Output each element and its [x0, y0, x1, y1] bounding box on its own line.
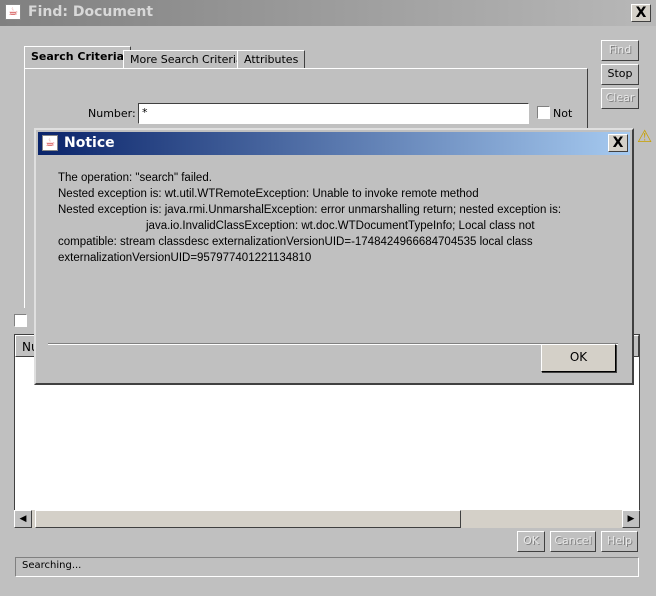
scrollbar-thumb[interactable] — [35, 510, 461, 528]
title-bar: ☕ Find: Document X — [0, 0, 656, 26]
cancel-button[interactable]: Cancel — [550, 531, 596, 552]
scroll-right-arrow-icon[interactable]: ▶ — [622, 510, 640, 528]
error-message-line: Nested exception is: java.rmi.UnmarshalE… — [58, 204, 562, 216]
stop-button[interactable]: Stop — [601, 64, 639, 85]
error-message-line: java.io.InvalidClassException: wt.doc.WT… — [146, 220, 535, 232]
number-label: Number: — [88, 107, 136, 120]
separator — [48, 343, 618, 345]
horizontal-scrollbar[interactable]: ◀ ▶ — [14, 510, 640, 528]
scroll-left-arrow-icon[interactable]: ◀ — [14, 510, 32, 528]
warning-icon: ⚠ — [637, 127, 653, 147]
number-input[interactable]: * — [138, 103, 529, 124]
clear-button[interactable]: Clear — [601, 88, 639, 109]
error-message-line: Nested exception is: wt.util.WTRemoteExc… — [58, 188, 479, 200]
find-button[interactable]: Find — [601, 40, 639, 61]
dialog-close-button[interactable]: X — [608, 134, 628, 152]
java-app-icon: ☕ — [5, 4, 21, 20]
tab-attributes[interactable]: Attributes — [237, 50, 306, 69]
dialog-title-bar: ☕ Notice X — [38, 132, 630, 155]
error-message-line: The operation: "search" failed. — [58, 172, 212, 184]
error-message-line: compatible: stream classdesc externaliza… — [58, 236, 533, 248]
not-label: Not — [553, 107, 573, 120]
dialog-title: Notice — [64, 135, 115, 151]
tab-more-search-criteria[interactable]: More Search Criteria — [123, 50, 250, 69]
notice-dialog: ☕ Notice X The operation: "search" faile… — [34, 128, 634, 385]
error-message-line: externalizationVersionUID=95797740122113… — [58, 252, 312, 264]
dialog-ok-button[interactable]: OK — [541, 344, 616, 372]
status-bar: Searching... — [15, 557, 639, 577]
java-app-icon: ☕ — [42, 135, 58, 151]
option-checkbox[interactable] — [14, 314, 27, 327]
help-button[interactable]: Help — [601, 531, 638, 552]
not-checkbox[interactable] — [537, 106, 550, 119]
close-button[interactable]: X — [631, 4, 651, 22]
ok-button[interactable]: OK — [517, 531, 545, 552]
window-title: Find: Document — [28, 4, 154, 20]
tab-search-criteria[interactable]: Search Criteria — [24, 46, 132, 69]
